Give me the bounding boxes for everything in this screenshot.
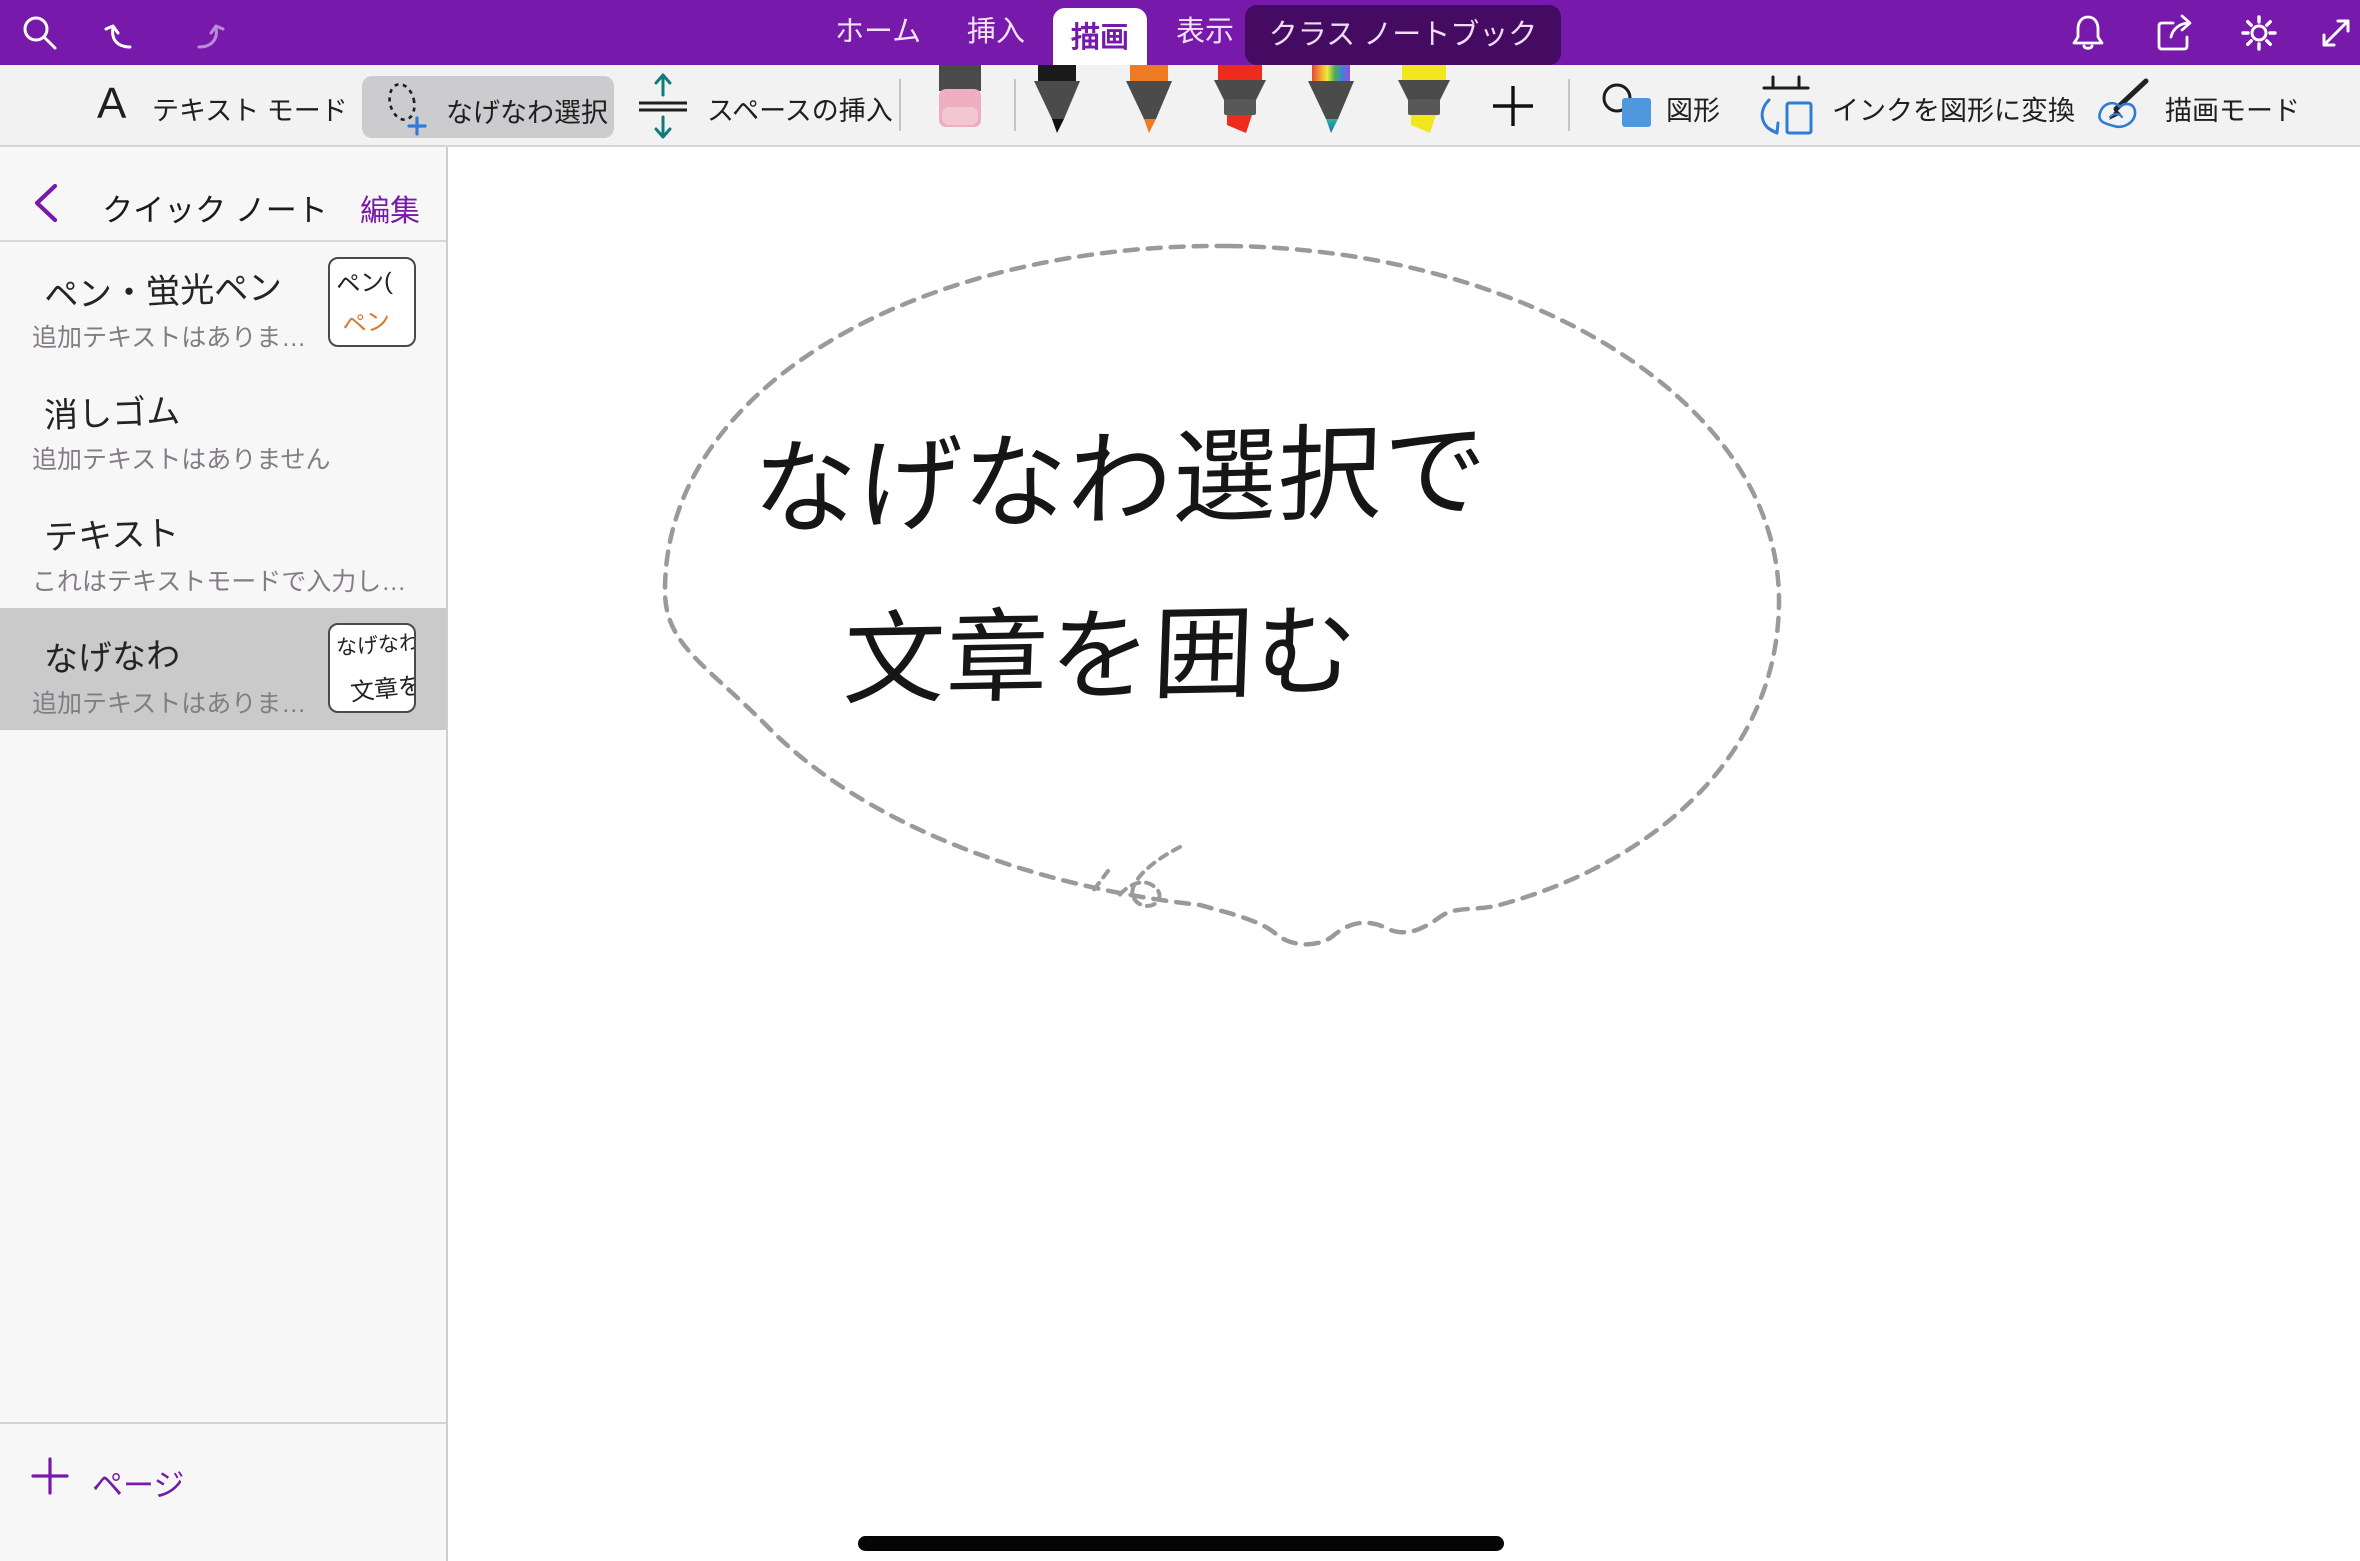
thumbnail-ink-text: ペン: [340, 301, 391, 341]
section-title: クイック ノート: [102, 185, 328, 230]
lasso-select-button[interactable]: なげなわ選択: [362, 76, 614, 138]
page-subtitle: 追加テキストはありません: [32, 440, 331, 476]
page-title: テキスト: [43, 506, 180, 560]
ink-to-shape-icon: [1756, 73, 1816, 139]
page-item-eraser[interactable]: 消しゴム 追加テキストはありません: [0, 364, 446, 486]
handwritten-ink-line: 文章を囲む: [841, 570, 1361, 725]
thumbnail-ink-text: なげなわ: [335, 626, 416, 662]
draw-mode-icon: [2090, 77, 2152, 133]
rainbow-pen-tool[interactable]: [1302, 65, 1360, 133]
page-thumbnail: ペン( ペン: [328, 257, 416, 347]
page-title: なげなわ: [43, 628, 181, 682]
tab-view[interactable]: 表示: [1176, 0, 1234, 65]
draw-mode-button[interactable]: 描画モード: [2090, 65, 2300, 147]
undo-icon[interactable]: [103, 13, 143, 53]
home-indicator-bar[interactable]: [858, 1536, 1504, 1551]
bell-icon[interactable]: [2068, 13, 2108, 53]
page-thumbnail: なげなわ 文章を: [328, 623, 416, 713]
page-title: 消しゴム: [43, 384, 181, 438]
text-mode-label: テキスト モード: [152, 89, 348, 128]
eraser-tool[interactable]: [937, 65, 983, 127]
thumbnail-ink-text: ペン(: [335, 261, 393, 300]
redo-icon[interactable]: [186, 13, 226, 53]
tab-draw-label: 描画: [1071, 22, 1129, 54]
tab-draw[interactable]: 描画: [1053, 8, 1147, 70]
red-highlighter-tool[interactable]: [1210, 65, 1270, 133]
ink-to-shape-button[interactable]: インクを図形に変換: [1756, 65, 2061, 147]
lasso-icon: [384, 80, 432, 136]
thumbnail-ink-text: 文章を: [348, 665, 416, 707]
lasso-select-label: なげなわ選択: [446, 91, 608, 130]
draw-mode-label: 描画モード: [2165, 89, 2300, 128]
expand-icon[interactable]: [2316, 13, 2356, 53]
top-app-bar: ホーム 挿入 描画 表示 クラス ノートブック: [0, 0, 2360, 65]
shapes-icon: [1600, 81, 1656, 131]
page-list-sidebar: クイック ノート 編集 ペン・蛍光ペン 追加テキストはありま… ペン( ペン 消…: [0, 147, 448, 1561]
gear-icon[interactable]: [2239, 13, 2279, 53]
page-item-lasso-selected[interactable]: なげなわ 追加テキストはありま… なげなわ 文章を: [0, 608, 446, 730]
onenote-app: ホーム 挿入 描画 表示 クラス ノートブック: [0, 0, 2360, 1561]
ink-to-shape-label: インクを図形に変換: [1832, 89, 2075, 128]
page-title: ペン・蛍光ペン: [43, 260, 283, 317]
search-icon[interactable]: [20, 13, 60, 53]
shapes-button[interactable]: 図形: [1600, 65, 1725, 147]
edit-button[interactable]: 編集: [360, 186, 420, 230]
tab-class-notebook-label: クラス ノートブック: [1269, 19, 1537, 51]
plus-icon: [30, 1456, 70, 1496]
black-pen-tool[interactable]: [1028, 65, 1086, 133]
page-subtitle: 追加テキストはありま…: [32, 318, 306, 354]
page-item-text[interactable]: テキスト これはテキストモードで入力し…: [0, 486, 446, 608]
page-item-pen-highlighter[interactable]: ペン・蛍光ペン 追加テキストはありま… ペン( ペン: [0, 242, 446, 364]
lasso-selection-outline[interactable]: [448, 147, 2360, 1561]
drawing-toolbar: A テキスト モード なげなわ選択 スペースの挿入: [0, 65, 2360, 147]
insert-space-label: スペースの挿入: [707, 89, 893, 128]
add-pen-button[interactable]: [1490, 83, 1536, 129]
add-page-button[interactable]: ページ: [0, 1422, 446, 1561]
toolbar-divider: [1568, 79, 1570, 131]
orange-pen-tool[interactable]: [1120, 65, 1178, 133]
page-subtitle: 追加テキストはありま…: [32, 684, 306, 720]
insert-space-button[interactable]: スペースの挿入: [634, 65, 884, 147]
back-chevron-icon[interactable]: [32, 183, 58, 223]
drawing-canvas[interactable]: なげなわ選択で 文章を囲む: [448, 147, 2360, 1561]
tab-insert[interactable]: 挿入: [967, 0, 1025, 65]
shapes-label: 図形: [1666, 89, 1720, 128]
toolbar-divider: [1014, 79, 1016, 131]
toolbar-divider: [899, 79, 901, 131]
yellow-highlighter-tool[interactable]: [1394, 65, 1454, 133]
text-mode-button[interactable]: A テキスト モード: [95, 65, 340, 147]
add-page-label: ページ: [92, 1460, 184, 1505]
text-mode-letter-icon: A: [97, 79, 126, 129]
page-subtitle: これはテキストモードで入力し…: [32, 562, 406, 598]
handwritten-ink-line: なげなわ選択で: [751, 385, 1490, 555]
tab-home[interactable]: ホーム: [835, 0, 921, 65]
insert-space-icon: [634, 73, 692, 139]
share-icon[interactable]: [2155, 13, 2195, 53]
tab-class-notebook[interactable]: クラス ノートブック: [1245, 5, 1561, 65]
